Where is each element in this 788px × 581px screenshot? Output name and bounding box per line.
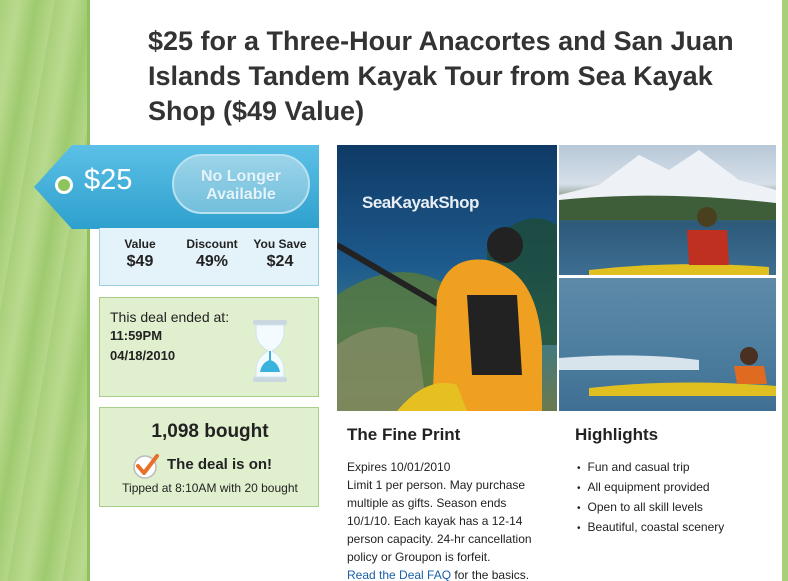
stat-discount: Discount 49%	[180, 237, 244, 271]
stat-value: Value $49	[110, 237, 170, 271]
stat-you-save: You Save $24	[248, 237, 312, 271]
highlight-item: All equipment provided	[577, 478, 724, 498]
fine-print-faq: Read the Deal FAQ for the basics.	[347, 566, 547, 581]
bought-panel: 1,098 bought The deal is on! Tipped at 8…	[99, 407, 319, 507]
sea-kayak-shop-logo: SeaKayakShop	[362, 193, 479, 212]
stat-label: Value	[124, 237, 156, 251]
highlight-item: Beautiful, coastal scenery	[577, 518, 725, 538]
tipped-info: Tipped at 8:10AM with 20 bought	[122, 481, 298, 495]
highlight-item: Fun and casual trip	[577, 458, 724, 478]
fine-print-expires: Expires 10/01/2010	[347, 460, 451, 474]
deal-stats: Value $49 Discount 49% You Save $24	[99, 228, 319, 286]
fine-print-body: Limit 1 per person. May purchase multipl…	[347, 478, 532, 564]
stat-amount: $49	[126, 253, 154, 270]
ended-label: This deal ended at:	[110, 309, 230, 325]
faq-suffix: for the basics.	[451, 568, 530, 581]
stat-amount: $24	[266, 253, 294, 270]
left-green-background	[0, 0, 90, 581]
stat-label: You Save	[253, 237, 307, 251]
ended-date: 04/18/2010	[110, 348, 176, 363]
no-longer-available-button[interactable]: No Longer Available	[172, 154, 310, 214]
deal-faq-link[interactable]: Read the Deal FAQ	[347, 568, 451, 581]
bought-count: 1,098 bought	[151, 421, 269, 442]
fine-print-text: Expires 10/01/2010 Limit 1 per person. M…	[347, 458, 547, 581]
deal-price: $25	[84, 164, 133, 196]
kayakers-photo-bottom-right	[559, 278, 776, 411]
deal-ended-panel: This deal ended at: 11:59PM 04/18/2010	[99, 297, 319, 397]
highlights-list: Fun and casual trip All equipment provid…	[577, 458, 725, 538]
ended-time: 11:59PM	[110, 328, 163, 343]
highlight-item: Open to all skill levels	[577, 498, 724, 518]
kayaker-photo-top-right	[559, 145, 776, 275]
stat-label: Discount	[186, 237, 238, 251]
fine-print-title: The Fine Print	[347, 425, 461, 444]
check-icon	[133, 454, 159, 479]
stat-amount: 49%	[195, 253, 229, 270]
deal-title: $25 for a Three-Hour Anacortes and San J…	[148, 26, 734, 126]
tag-hole-icon	[55, 176, 73, 194]
highlights-title: Highlights	[575, 425, 659, 444]
kayaker-photo-main: SeaKayakShop	[337, 145, 557, 411]
right-green-edge	[782, 0, 788, 581]
deal-on-status: The deal is on!	[167, 456, 273, 473]
hourglass-icon	[253, 320, 287, 382]
